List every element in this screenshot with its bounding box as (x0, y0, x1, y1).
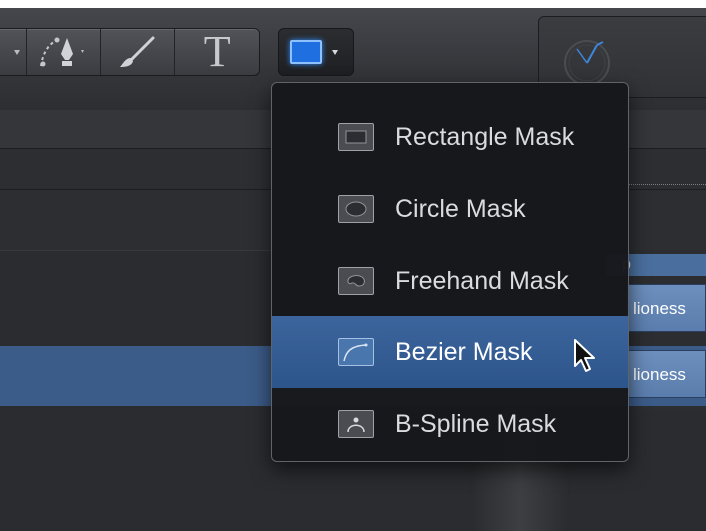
menu-item-label: Freehand Mask (395, 266, 569, 295)
motion-app-window: T p lioness lioness Rect (0, 8, 706, 531)
timeline-clip[interactable]: lioness (626, 350, 706, 398)
menu-item-label: Circle Mask (395, 194, 526, 223)
text-tool-icon: T (203, 27, 231, 76)
menu-item-label: Rectangle Mask (395, 122, 575, 151)
timeline-clip[interactable]: lioness (626, 284, 706, 332)
chevron-down-icon[interactable] (332, 49, 338, 55)
rectangle-mask-icon (338, 123, 374, 151)
brush-icon (120, 36, 155, 67)
menu-item-label: Bezier Mask (395, 337, 533, 366)
pen-tool-button[interactable] (27, 29, 101, 75)
menu-item-freehand-mask[interactable]: Freehand Mask (272, 245, 628, 317)
ruler-line (628, 184, 706, 185)
freehand-mask-icon (338, 267, 374, 295)
mouse-pointer-icon (574, 339, 595, 372)
bspline-mask-icon (338, 410, 374, 438)
rectangle-mask-icon (290, 40, 322, 64)
mask-tool-button[interactable] (278, 28, 354, 76)
circle-mask-icon (338, 195, 374, 223)
menu-item-bezier-mask[interactable]: Bezier Mask (272, 316, 628, 388)
bezier-mask-icon (338, 338, 374, 366)
tool-group: T (0, 28, 260, 76)
menu-item-circle-mask[interactable]: Circle Mask (272, 173, 628, 245)
shape-tool-button[interactable] (0, 29, 27, 75)
mask-tool-menu: Rectangle Mask Circle Mask Freehand Mask… (271, 82, 629, 462)
menu-item-rectangle-mask[interactable]: Rectangle Mask (272, 101, 628, 173)
paint-stroke-tool-button[interactable] (101, 29, 176, 75)
pen-icon (40, 37, 85, 67)
menu-item-label: B-Spline Mask (395, 409, 557, 438)
chevron-down-icon[interactable] (14, 49, 21, 55)
text-tool-button[interactable]: T (175, 29, 259, 75)
menu-item-bspline-mask[interactable]: B-Spline Mask (272, 388, 628, 460)
